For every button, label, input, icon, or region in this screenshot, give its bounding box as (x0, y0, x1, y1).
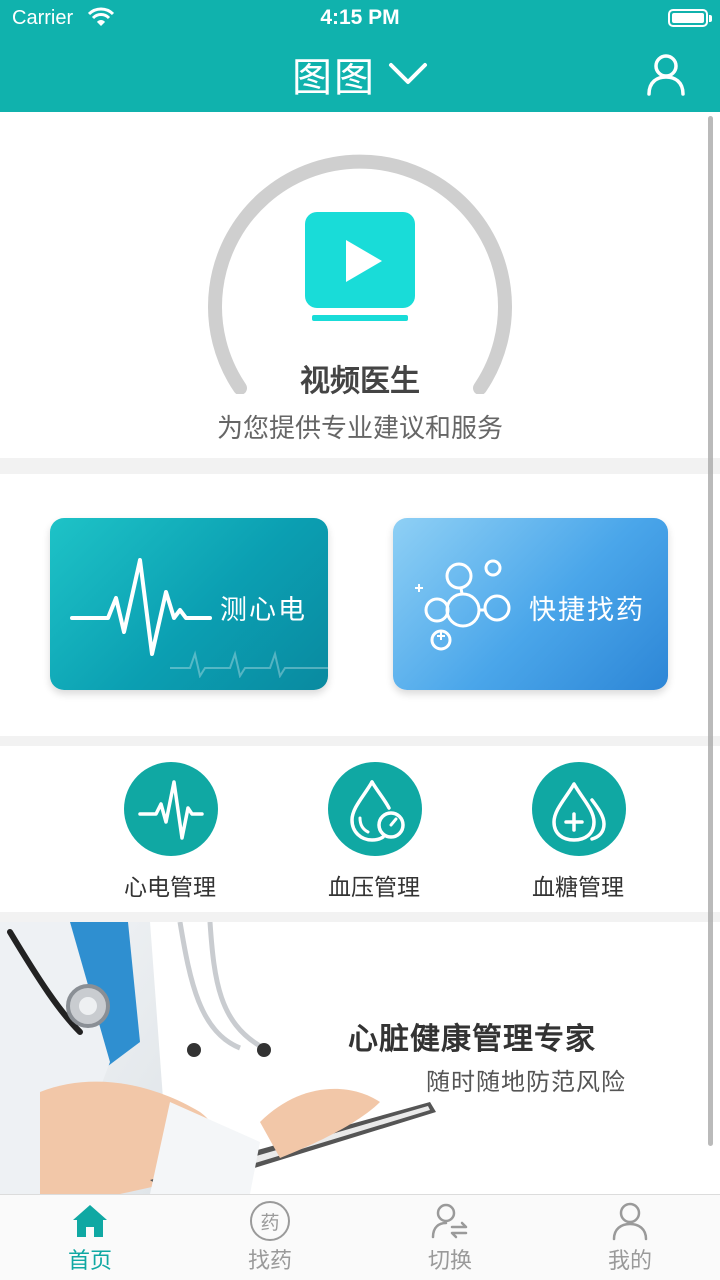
video-play-icon[interactable] (304, 212, 416, 324)
find-medicine-card[interactable]: 快捷找药 (393, 518, 668, 690)
ecg-icon (138, 780, 204, 840)
tab-find-medicine-label: 找药 (247, 1249, 292, 1274)
video-doctor-subtitle: 为您提供专业建议和服务 (216, 414, 503, 444)
nav-title-dropdown[interactable]: 图图 (0, 48, 720, 101)
banner-title: 心脏健康管理专家 (348, 1022, 596, 1057)
section-divider (0, 912, 720, 922)
tab-switch[interactable]: 切换 (360, 1195, 540, 1280)
video-doctor-section: 视频医生 为您提供专业建议和服务 (0, 112, 720, 458)
blood-sugar-management-button[interactable]: 血糖管理 (488, 762, 668, 902)
molecule-icon (415, 559, 511, 651)
tab-profile-label: 我的 (607, 1249, 652, 1274)
tab-profile[interactable]: 我的 (540, 1195, 720, 1280)
blood-pressure-management-button[interactable]: 血压管理 (284, 762, 464, 902)
banner-subtitle: 随时随地防范风险 (426, 1068, 626, 1096)
video-doctor-title: 视频医生 (300, 364, 420, 399)
blood-pressure-management-label: 血压管理 (328, 875, 420, 901)
find-medicine-label: 快捷找药 (529, 595, 645, 626)
tab-bar: 首页 药 找药 切换 我的 (0, 1194, 720, 1280)
blood-sugar-icon (552, 782, 606, 842)
medicine-icon: 药 (250, 1201, 290, 1241)
tab-home[interactable]: 首页 (0, 1195, 180, 1280)
measure-ecg-card[interactable]: 测心电 (50, 518, 328, 690)
ecg-management-label: 心电管理 (124, 875, 216, 901)
ecg-management-button[interactable]: 心电管理 (80, 762, 260, 902)
blood-pressure-icon (350, 780, 405, 842)
tab-switch-label: 切换 (427, 1249, 472, 1274)
home-icon (73, 1205, 107, 1237)
profile-icon (612, 1202, 648, 1241)
scrollbar[interactable] (708, 116, 713, 1146)
doctor-illustration (0, 922, 436, 1194)
status-time: 4:15 PM (320, 6, 400, 29)
medicine-icon-text: 药 (260, 1211, 280, 1234)
measure-ecg-label: 测心电 (220, 595, 307, 626)
decorative-ecg-line (170, 650, 328, 678)
tab-home-label: 首页 (67, 1249, 112, 1274)
ecg-wave-icon (70, 558, 212, 656)
section-divider (0, 736, 720, 746)
nav-title-text: 图图 (292, 55, 376, 101)
user-icon[interactable] (646, 52, 686, 96)
section-divider (0, 458, 720, 474)
status-bar: Carrier 4:15 PM (0, 0, 720, 38)
chevron-down-icon (389, 63, 427, 84)
heart-health-banner[interactable]: 心脏健康管理专家 随时随地防范风险 (0, 922, 720, 1194)
blood-sugar-management-label: 血糖管理 (532, 875, 624, 901)
switch-user-icon (431, 1203, 468, 1239)
battery-icon (668, 9, 712, 27)
app-header: Carrier 4:15 PM 图图 (0, 0, 720, 112)
tab-find-medicine[interactable]: 药 找药 (180, 1195, 360, 1280)
